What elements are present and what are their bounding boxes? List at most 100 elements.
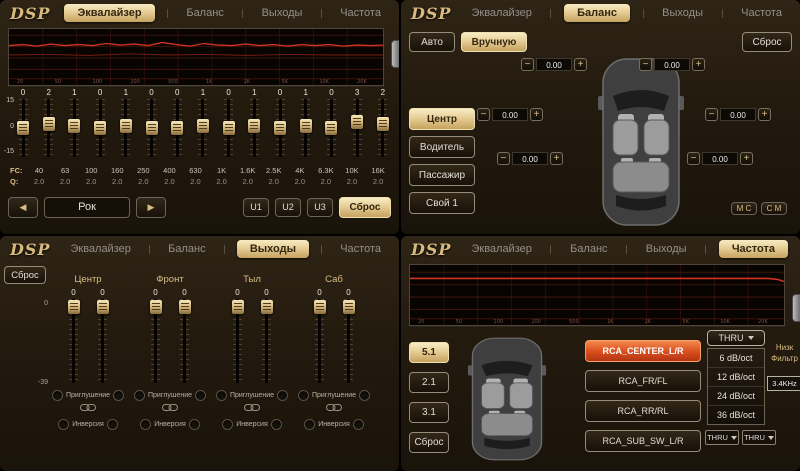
band-slider-track[interactable]	[198, 99, 207, 157]
mute-right-checkbox[interactable]	[195, 390, 206, 401]
output-slider-track[interactable]	[151, 299, 160, 383]
channel-rca-front-button[interactable]: RCA_FR/FL	[585, 370, 701, 392]
band-slider-track[interactable]	[378, 99, 387, 157]
band-slider-thumb[interactable]	[377, 117, 389, 131]
balance-auto-button[interactable]: Авто	[409, 32, 455, 52]
band-slider-track[interactable]	[250, 99, 259, 157]
level-plus-button[interactable]: +	[530, 108, 543, 121]
preset-button[interactable]: Рок	[44, 197, 130, 218]
preset-prev-button[interactable]: ◀	[8, 197, 38, 218]
eq-band[interactable]: 0	[272, 88, 288, 157]
mute-right-checkbox[interactable]	[113, 390, 124, 401]
preset-next-button[interactable]: ▶	[136, 197, 166, 218]
slope-option-36db[interactable]: 36 dB/oct	[708, 406, 764, 424]
eq-band[interactable]: 1	[195, 88, 211, 157]
tab-outputs[interactable]: Выходы	[656, 5, 709, 21]
band-slider-thumb[interactable]	[68, 119, 80, 133]
band-slider-track[interactable]	[96, 99, 105, 157]
level-minus-button[interactable]: −	[521, 58, 534, 71]
eq-band[interactable]: 1	[246, 88, 262, 157]
slope-dropdown-header[interactable]: THRU	[707, 330, 765, 346]
mc-toggle-button[interactable]: M C	[731, 202, 757, 215]
slope-option-12db[interactable]: 12 dB/oct	[708, 368, 764, 387]
band-slider-track[interactable]	[70, 99, 79, 157]
band-slider-thumb[interactable]	[351, 115, 363, 129]
thru-select-left[interactable]: THRU	[705, 430, 739, 445]
band-slider-track[interactable]	[19, 99, 28, 157]
level-minus-button[interactable]: −	[639, 58, 652, 71]
band-slider-thumb[interactable]	[94, 121, 106, 135]
band-slider-track[interactable]	[301, 99, 310, 157]
output-slider-track[interactable]	[315, 299, 324, 383]
tab-equalizer[interactable]: Эквалайзер	[64, 4, 154, 22]
tab-balance[interactable]: Баланс	[564, 4, 630, 22]
band-slider-thumb[interactable]	[17, 121, 29, 135]
invert-left-checkbox[interactable]	[58, 419, 69, 430]
band-slider-track[interactable]	[147, 99, 156, 157]
invert-left-checkbox[interactable]	[222, 419, 233, 430]
output-slider-thumb[interactable]	[261, 300, 273, 314]
output-slider-thumb[interactable]	[232, 300, 244, 314]
outputs-reset-button[interactable]: Сброс	[4, 266, 46, 284]
invert-right-checkbox[interactable]	[189, 419, 200, 430]
output-channel[interactable]: 0	[344, 288, 353, 383]
eq-band[interactable]: 0	[221, 88, 237, 157]
memory-u3-button[interactable]: U3	[307, 198, 333, 217]
mute-left-checkbox[interactable]	[52, 390, 63, 401]
tab-balance[interactable]: Баланс	[180, 5, 229, 21]
output-channel[interactable]: 0	[180, 288, 189, 383]
eq-band[interactable]: 1	[66, 88, 82, 157]
eq-band[interactable]: 0	[144, 88, 160, 157]
output-slider-track[interactable]	[344, 299, 353, 383]
band-slider-thumb[interactable]	[120, 119, 132, 133]
output-slider-thumb[interactable]	[314, 300, 326, 314]
memory-u1-button[interactable]: U1	[243, 198, 269, 217]
output-slider-track[interactable]	[98, 299, 107, 383]
level-plus-button[interactable]: +	[550, 152, 563, 165]
output-slider-track[interactable]	[180, 299, 189, 383]
tab-outputs[interactable]: Выходы	[256, 5, 309, 21]
mute-left-checkbox[interactable]	[216, 390, 227, 401]
band-slider-thumb[interactable]	[248, 119, 260, 133]
eq-band[interactable]: 0	[15, 88, 31, 157]
side-panel-handle[interactable]	[391, 40, 399, 68]
eq-band[interactable]: 2	[41, 88, 57, 157]
level-plus-button[interactable]: +	[740, 152, 753, 165]
output-channel[interactable]: 0	[315, 288, 324, 383]
tab-outputs[interactable]: Выходы	[640, 241, 693, 257]
position-custom-button[interactable]: Свой 1	[409, 192, 475, 214]
mode-3-1-button[interactable]: 3.1	[409, 402, 449, 423]
eq-band[interactable]: 1	[118, 88, 134, 157]
level-plus-button[interactable]: +	[692, 58, 705, 71]
band-slider-thumb[interactable]	[43, 117, 55, 131]
output-slider-thumb[interactable]	[343, 300, 355, 314]
eq-band[interactable]: 0	[92, 88, 108, 157]
tab-equalizer[interactable]: Эквалайзер	[465, 241, 537, 257]
band-slider-track[interactable]	[353, 99, 362, 157]
level-plus-button[interactable]: +	[574, 58, 587, 71]
slope-option-6db[interactable]: 6 dB/oct	[708, 349, 764, 368]
tab-frequency[interactable]: Частота	[334, 241, 387, 257]
filter-frequency-select[interactable]: 3.4KHz	[767, 376, 800, 391]
link-icon[interactable]	[162, 403, 178, 412]
mute-left-checkbox[interactable]	[134, 390, 145, 401]
output-slider-track[interactable]	[233, 299, 242, 383]
output-channel[interactable]: 0	[69, 288, 78, 383]
output-slider-track[interactable]	[262, 299, 271, 383]
slope-option-24db[interactable]: 24 dB/oct	[708, 387, 764, 406]
tab-frequency[interactable]: Частота	[719, 240, 788, 258]
mute-right-checkbox[interactable]	[359, 390, 370, 401]
cm-toggle-button[interactable]: C M	[761, 202, 787, 215]
output-slider-track[interactable]	[69, 299, 78, 383]
mute-left-checkbox[interactable]	[298, 390, 309, 401]
memory-u2-button[interactable]: U2	[275, 198, 301, 217]
balance-reset-button[interactable]: Сброс	[742, 32, 792, 52]
position-driver-button[interactable]: Водитель	[409, 136, 475, 158]
eq-band[interactable]: 1	[298, 88, 314, 157]
level-plus-button[interactable]: +	[758, 108, 771, 121]
invert-left-checkbox[interactable]	[140, 419, 151, 430]
eq-band[interactable]: 3	[349, 88, 365, 157]
balance-manual-button[interactable]: Вручную	[461, 32, 527, 52]
tab-equalizer[interactable]: Эквалайзер	[64, 241, 136, 257]
invert-right-checkbox[interactable]	[353, 419, 364, 430]
